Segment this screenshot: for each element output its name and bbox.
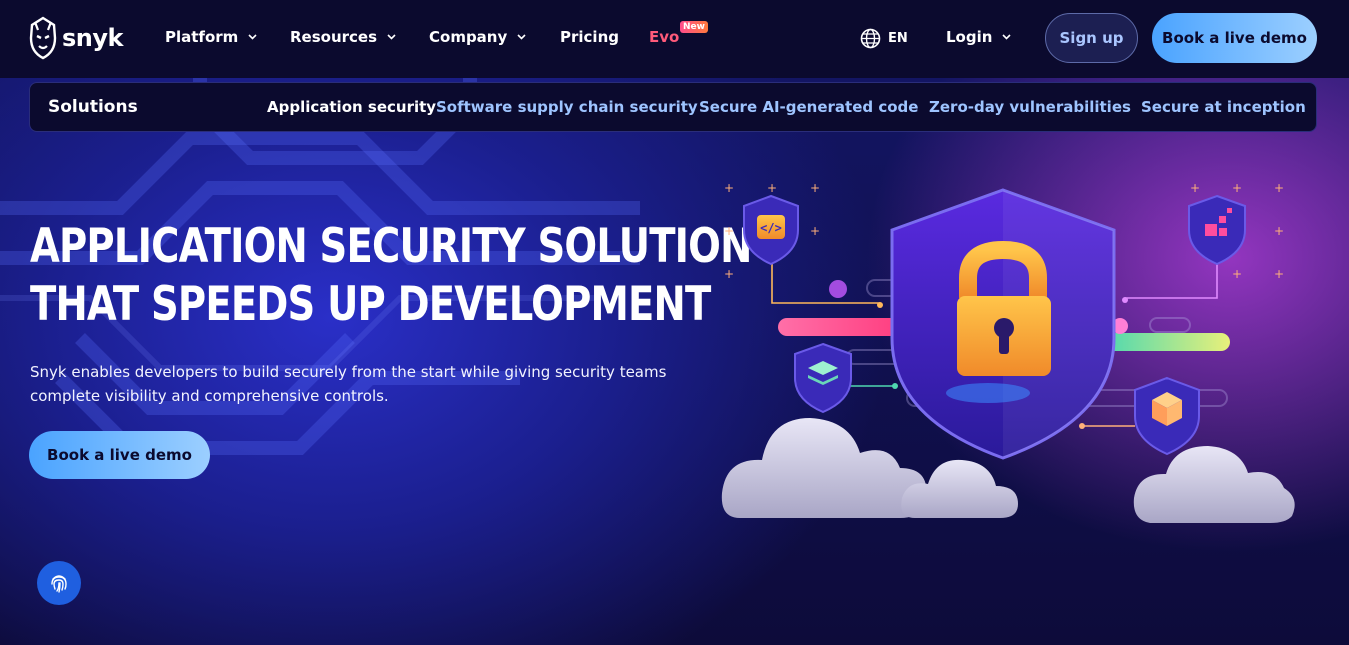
signup-button[interactable]: Sign up [1045,13,1138,63]
solutions-title: Solutions [48,97,138,117]
svg-text:+: + [1190,181,1200,195]
nav-company-label: Company [429,28,508,46]
hero-headline: APPLICATION SECURITY SOLUTION THAT SPEED… [30,218,752,334]
snyk-logo-icon [29,16,57,60]
fingerprint-icon [51,575,67,593]
svg-text:+: + [767,181,777,195]
language-label: EN [888,31,908,46]
headline-line-1: APPLICATION SECURITY SOLUTION [30,219,752,274]
hero-section: APPLICATION SECURITY SOLUTION THAT SPEED… [0,78,1349,645]
globe-icon [860,28,881,49]
solution-link-zero-day[interactable]: Zero-day vulnerabilities [929,98,1131,116]
login-label: Login [946,28,993,46]
book-demo-button-hero[interactable]: Book a live demo [29,431,210,479]
svg-text:+: + [810,181,820,195]
svg-text:+: + [724,267,734,281]
chevron-down-icon [517,34,526,40]
nav-resources-label: Resources [290,28,378,46]
solution-link-inception[interactable]: Secure at inception [1141,98,1306,116]
svg-text:+: + [1232,181,1242,195]
snyk-logo[interactable]: snyk [28,15,123,61]
fingerprint-button[interactable] [37,561,81,605]
nav-pricing-label: Pricing [560,28,619,46]
top-navigation: snyk Platform Resources Company Pricing … [0,0,1349,78]
svg-text:+: + [724,224,734,238]
nav-resources[interactable]: Resources [290,28,396,46]
language-selector[interactable]: EN [860,28,908,49]
chevron-down-icon [248,34,257,40]
chevron-down-icon [387,34,396,40]
svg-text:</>: </> [760,221,782,235]
svg-text:+: + [1274,224,1284,238]
nav-company[interactable]: Company [429,28,526,46]
security-illustration: + + + + + + + + + + + + </> [721,181,1295,523]
nav-platform[interactable]: Platform [165,28,257,46]
login-menu[interactable]: Login [946,28,1011,46]
solutions-bar: Solutions Application security Software … [29,82,1317,132]
svg-text:+: + [1274,181,1284,195]
svg-text:+: + [1274,267,1284,281]
hero-subtext: Snyk enables developers to build securel… [30,363,667,405]
svg-text:+: + [724,181,734,195]
nav-pricing[interactable]: Pricing [560,28,619,46]
headline-line-2: THAT SPEEDS UP DEVELOPMENT [30,277,711,332]
book-demo-button-header[interactable]: Book a live demo [1152,13,1317,63]
nav-platform-label: Platform [165,28,239,46]
new-badge: New [680,21,708,33]
solution-link-application-security[interactable]: Application security [267,98,436,116]
svg-text:+: + [810,224,820,238]
nav-evo-label: Evo [649,28,680,46]
solution-link-supply-chain[interactable]: Software supply chain security [436,98,698,116]
svg-text:+: + [1232,267,1242,281]
solution-link-ai-code[interactable]: Secure AI-generated code [699,98,918,116]
nav-evo[interactable]: Evo [649,28,679,46]
brand-name: snyk [62,24,123,52]
chevron-down-icon [1002,34,1011,40]
